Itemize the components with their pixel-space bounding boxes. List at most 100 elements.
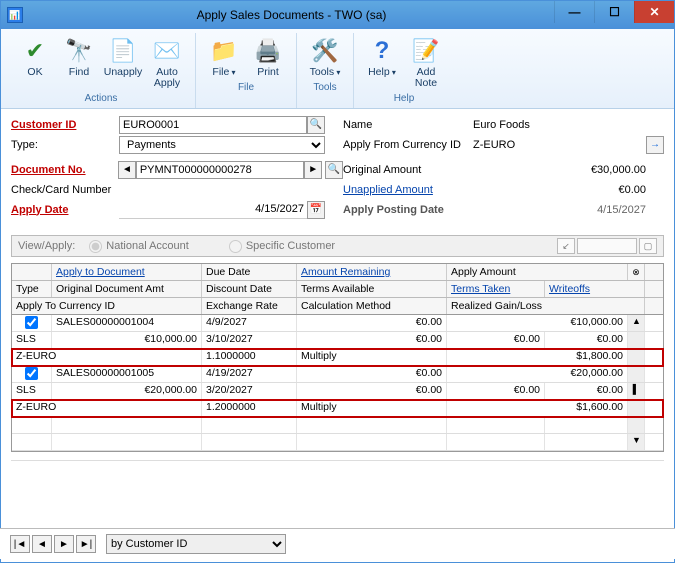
form-area: Customer ID 🔍 Name Euro Foods Type: Paym…	[1, 109, 674, 225]
table-row[interactable]: Z-EURO1.2000000Multiply$1,600.00	[12, 400, 663, 417]
col-type: Type	[12, 281, 52, 297]
type-select[interactable]: Payments	[119, 136, 325, 154]
apply-checkbox[interactable]	[12, 366, 52, 382]
table-row[interactable]: SALES000000010044/9/2027€0.00€10,000.00▲	[12, 315, 663, 332]
col-apply-amount: Apply Amount	[447, 264, 628, 280]
ribbon-toolbar: ✔ OK 🔭 Find 📄 Unapply ✉️ Auto Apply Acti…	[1, 29, 674, 109]
cell-exchange-rate: 1.1000000	[202, 349, 297, 365]
auto-apply-button[interactable]: ✉️ Auto Apply	[145, 33, 189, 91]
add-note-button[interactable]: 📝 Add Note	[404, 33, 448, 91]
type-label: Type:	[11, 139, 119, 151]
table-row[interactable]: Z-EURO1.1000000Multiply$1,800.00	[12, 349, 663, 366]
original-amount-value: €30,000.00	[473, 164, 664, 176]
col-terms-taken[interactable]: Terms Taken	[447, 281, 545, 297]
apply-date-input[interactable]	[119, 201, 307, 219]
unapply-button[interactable]: 📄 Unapply	[101, 33, 145, 91]
note-icon: 📝	[410, 35, 442, 67]
print-button[interactable]: 🖨️ Print	[246, 33, 290, 80]
ok-button[interactable]: ✔ OK	[13, 33, 57, 91]
cell-currency: Z-EURO	[12, 400, 202, 416]
col-apply-to-document[interactable]: Apply to Document	[52, 264, 202, 280]
cell-writeoffs: €0.00	[545, 383, 628, 399]
cell-remaining: €0.00	[297, 366, 447, 382]
doc-next-button[interactable]: ►	[304, 161, 322, 179]
checkmark-icon: ✔	[19, 35, 51, 67]
first-record-button[interactable]: |◄	[10, 535, 30, 553]
scrollbar[interactable]	[628, 400, 645, 416]
tools-icon: 🛠️	[309, 35, 341, 67]
cell-calc-method: Multiply	[297, 349, 447, 365]
col-apply-to-currency: Apply To Currency ID	[12, 298, 202, 314]
document-no-label[interactable]: Document No.	[11, 164, 118, 176]
folder-icon: 📁	[208, 35, 240, 67]
apply-posting-date-label: Apply Posting Date	[343, 204, 473, 216]
view-prev-btn[interactable]: ↙	[557, 238, 575, 254]
close-button[interactable]: ✕	[634, 1, 674, 23]
check-card-label: Check/Card Number	[11, 184, 141, 196]
table-row[interactable]: SLS€10,000.003/10/2027€0.00€0.00€0.00	[12, 332, 663, 349]
document-icon: 📄	[107, 35, 139, 67]
national-account-label: National Account	[106, 240, 189, 252]
cell-apply-amount: €20,000.00	[447, 366, 628, 382]
scrollbar[interactable]	[628, 332, 645, 348]
scrollbar[interactable]	[628, 366, 645, 382]
col-writeoffs[interactable]: Writeoffs	[545, 281, 645, 297]
col-amount-remaining[interactable]: Amount Remaining	[297, 264, 447, 280]
title-bar: 📊 Apply Sales Documents - TWO (sa) — ☐ ✕	[1, 1, 674, 29]
col-terms-available: Terms Available	[297, 281, 447, 297]
cell-terms-available: €0.00	[297, 332, 447, 348]
scroll-down-icon[interactable]: ▼	[628, 434, 645, 450]
envelope-icon: ✉️	[151, 35, 183, 67]
doc-prev-button[interactable]: ◄	[118, 161, 136, 179]
binoculars-icon: 🔭	[63, 35, 95, 67]
scrollbar[interactable]: ▲	[628, 315, 645, 331]
sort-by-select[interactable]: by Customer ID	[106, 534, 286, 554]
cell-original-amt: €20,000.00	[52, 383, 202, 399]
cell-currency: Z-EURO	[12, 349, 202, 365]
scrollbar[interactable]	[628, 349, 645, 365]
customer-id-input[interactable]	[119, 116, 307, 134]
specific-customer-label: Specific Customer	[246, 240, 335, 252]
view-lookup-btn[interactable]: ▢	[639, 238, 657, 254]
document-no-input[interactable]	[136, 161, 304, 179]
apply-checkbox[interactable]	[12, 315, 52, 331]
ribbon-group-tools: Tools	[313, 80, 336, 95]
find-button[interactable]: 🔭 Find	[57, 33, 101, 91]
unapplied-amount-value: €0.00	[473, 184, 664, 196]
help-icon: ?	[366, 35, 398, 67]
customer-id-lookup[interactable]: 🔍	[307, 116, 325, 134]
apply-date-label: Apply Date	[11, 204, 119, 216]
view-field[interactable]	[577, 238, 637, 254]
table-row[interactable]: SLS€20,000.003/20/2027€0.00€0.00€0.00▌	[12, 383, 663, 400]
cell-type: SLS	[12, 383, 52, 399]
table-row	[12, 417, 663, 434]
next-record-button[interactable]: ►	[54, 535, 74, 553]
minimize-button[interactable]: —	[554, 1, 594, 23]
scrollbar[interactable]: ▌	[628, 383, 645, 399]
unapplied-amount-label[interactable]: Unapplied Amount	[343, 184, 473, 196]
table-row: ▼	[12, 434, 663, 451]
apply-from-currency-label: Apply From Currency ID	[343, 139, 473, 151]
cell-document: SALES00000001005	[52, 366, 202, 382]
cell-discount-date: 3/20/2027	[202, 383, 297, 399]
help-button[interactable]: ? Help	[360, 33, 404, 91]
last-record-button[interactable]: ►|	[76, 535, 96, 553]
maximize-button[interactable]: ☐	[594, 1, 634, 23]
printer-icon: 🖨️	[252, 35, 284, 67]
cell-realized-gain: $1,600.00	[447, 400, 628, 416]
customer-id-label[interactable]: Customer ID	[11, 119, 119, 131]
grid-expand-icon[interactable]: ⊗	[628, 264, 645, 280]
file-button[interactable]: 📁 File	[202, 33, 246, 80]
tools-button[interactable]: 🛠️ Tools	[303, 33, 347, 80]
cell-remaining: €0.00	[297, 315, 447, 331]
cell-calc-method: Multiply	[297, 400, 447, 416]
name-value: Euro Foods	[473, 119, 664, 131]
prev-record-button[interactable]: ◄	[32, 535, 52, 553]
calendar-icon[interactable]: 📅	[307, 201, 325, 219]
cell-terms-taken: €0.00	[447, 383, 545, 399]
view-apply-bar: View/Apply: National Account Specific Cu…	[11, 235, 664, 257]
apply-posting-date-value: 4/15/2027	[473, 204, 664, 216]
currency-expand-button[interactable]: →	[646, 136, 664, 154]
document-lookup[interactable]: 🔍	[325, 161, 343, 179]
table-row[interactable]: SALES000000010054/19/2027€0.00€20,000.00	[12, 366, 663, 383]
